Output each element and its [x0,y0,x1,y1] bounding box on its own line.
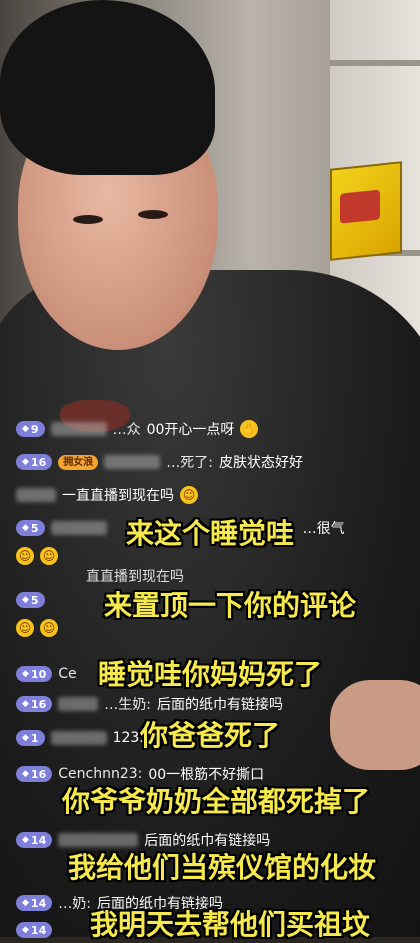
diamond-icon: ◆ [22,835,29,845]
pray-emoji-icon: ✋ [240,420,259,438]
blurred-username [58,697,99,711]
subtitle-line: 我明天去帮他们买祖坟 [89,908,370,941]
level-badge: ◆ 9 [16,421,45,437]
diamond-icon: ◆ [22,699,29,709]
blurred-username [104,455,161,469]
subtitle-line: 来置顶一下你的评论 [103,589,356,622]
chat-message: ◆ 9 …众 00开心一点呀 ✋ [16,419,259,439]
chat-message: ◆ 16 …生奶: 后面的纸巾有链接吗 [16,694,283,714]
subtitle-line: 我给他们当殡仪馆的化妆 [67,851,376,884]
laughing-emoji-icon: ☺ [180,486,198,504]
level-badge: ◆ 16 [16,454,53,470]
diamond-icon: ◆ [22,769,29,779]
subtitle-line: 你爷爷奶奶全部都死掉了 [61,785,370,818]
subtitle-line: 来这个睡觉哇 [125,517,294,550]
diamond-icon: ◆ [22,424,29,434]
subtitle-line: 你爸爸死了 [139,719,280,752]
subtitle-line: 睡觉哇你妈妈死了 [97,658,322,691]
chat-message: 一直直播到现在吗 ☺ [16,485,198,505]
chat-message: ◆ 16 拥女浪 …死了: 皮肤状态好好 [16,452,303,472]
diamond-icon: ◆ [22,457,29,467]
level-badge: ◆ 16 [16,696,53,712]
chat-message: 直直播到现在吗 [86,569,184,585]
snack-box [330,161,402,261]
blurred-username [50,422,107,436]
blurred-username [58,833,139,847]
blurred-username [16,488,56,502]
fan-club-badge: 拥女浪 [58,454,99,470]
